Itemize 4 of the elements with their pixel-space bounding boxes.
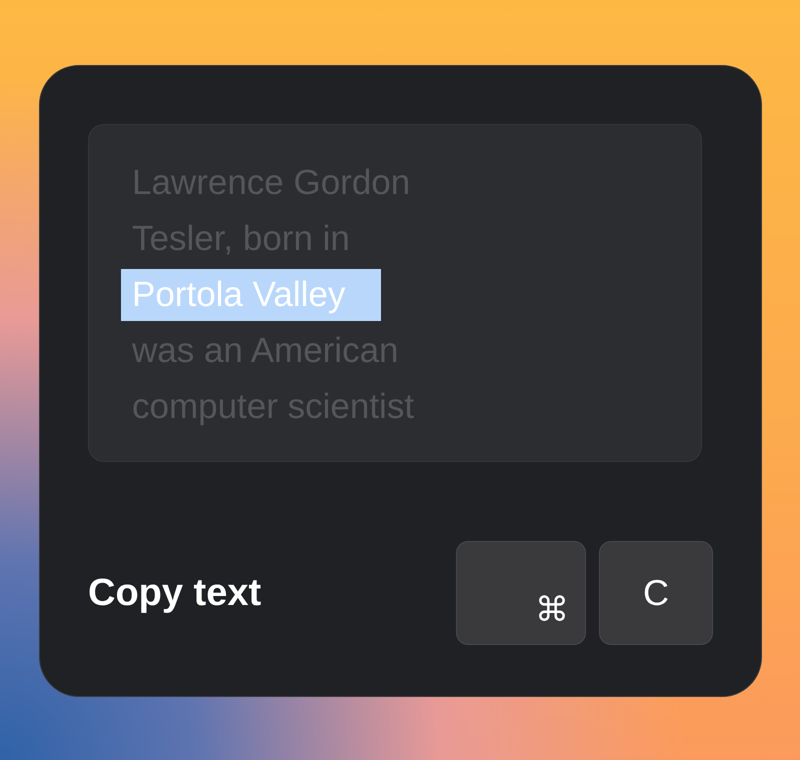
keyboard-key: ⌘ (456, 541, 586, 645)
selected-text: Portola Valley (121, 269, 382, 321)
action-label: Copy text (88, 570, 262, 616)
keyboard-key: C (599, 541, 713, 645)
